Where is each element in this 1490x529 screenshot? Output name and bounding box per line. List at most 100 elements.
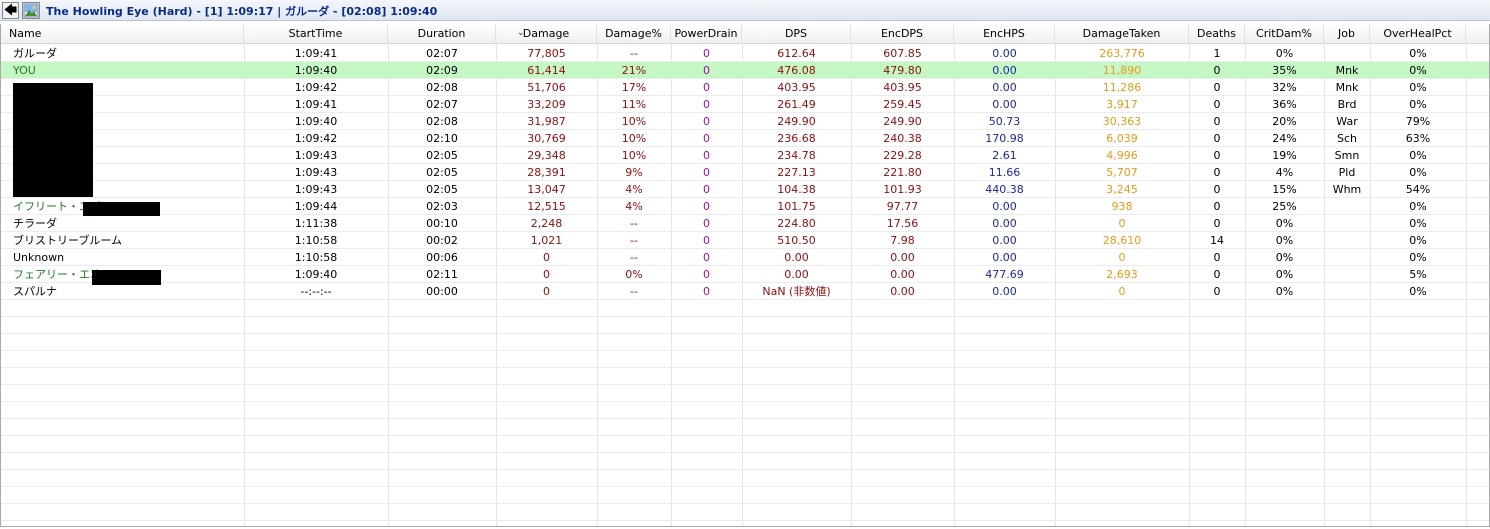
cell-starttime: 1:10:58: [294, 234, 338, 247]
cell-name: スパルナ: [13, 285, 57, 298]
cell-damagetaken: 4,996: [1106, 149, 1138, 162]
cell-damagetaken: 5,707: [1106, 166, 1138, 179]
empty-row: [1, 436, 1489, 453]
cell-enchps: 0.00: [992, 64, 1017, 77]
cell-critdam: 0%: [1275, 285, 1294, 298]
cell-overheal: 63%: [1405, 132, 1431, 145]
cell-deaths: 0: [1213, 268, 1221, 281]
cell-duration: 02:07: [426, 47, 458, 60]
cell-dps: 612.64: [777, 47, 816, 60]
cell-encdps: 607.85: [883, 47, 922, 60]
column-header-damage[interactable]: Damage: [496, 24, 597, 44]
cell-job: Smn: [1334, 149, 1360, 162]
table-row[interactable]: イフリート・エギ 1:09:44 02:03 12,515 4% 0 101.75 97.77…: [1, 198, 1489, 215]
cell-encdps: 221.80: [883, 166, 922, 179]
cell-enchps: 0.00: [992, 47, 1017, 60]
cell-damagetaken: 6,039: [1106, 132, 1138, 145]
cell-damage: 33,209: [527, 98, 566, 111]
column-header-powerdrain[interactable]: PowerDrain: [671, 24, 742, 44]
cell-deaths: 0: [1213, 81, 1221, 94]
cell-damagetaken: 30,363: [1102, 115, 1142, 128]
column-header-name[interactable]: Name: [1, 24, 244, 44]
table-row[interactable]: 1:09:42 02:08 51,706 17% 0 403.95 403.95 0.00 11…: [1, 79, 1489, 96]
cell-damage: 12,515: [527, 200, 566, 213]
cell-overheal: 0%: [1409, 98, 1427, 111]
back-arrow-icon[interactable]: 🡄: [2, 2, 19, 19]
table-row[interactable]: 1:09:43 02:05 28,391 9% 0 227.13 221.80 11.66 5,…: [1, 164, 1489, 181]
cell-critdam: 19%: [1272, 149, 1297, 162]
redacted-owner-eos: [92, 270, 161, 285]
cell-dps: 224.80: [777, 217, 816, 230]
column-header-damage-pct[interactable]: Damage%: [597, 24, 671, 44]
cell-enchps: 50.73: [988, 115, 1021, 128]
column-header-critdam[interactable]: CritDam%: [1245, 24, 1324, 44]
cell-powerdrain: 0: [703, 64, 710, 77]
table-row[interactable]: 1:09:43 02:05 29,348 10% 0 234.78 229.28 2.61 4,…: [1, 147, 1489, 164]
table-row[interactable]: Unknown 1:10:58 00:06 0 -- 0 0.00 0.00 0.00 0 0 0% 0…: [1, 249, 1489, 266]
cell-starttime: 1:09:41: [294, 47, 338, 60]
cell-encdps: 259.45: [883, 98, 922, 111]
cell-job: [1324, 215, 1370, 231]
cell-dps: 476.08: [777, 64, 816, 77]
cell-duration: 00:00: [426, 285, 458, 298]
cell-enchps: 11.66: [988, 166, 1021, 179]
cell-damage-pct: 0%: [625, 268, 643, 281]
cell-deaths: 0: [1213, 64, 1221, 77]
column-header-dps[interactable]: DPS: [742, 24, 851, 44]
column-header-overhealpct[interactable]: OverHealPct: [1370, 24, 1466, 44]
cell-overheal: 5%: [1409, 268, 1427, 281]
cell-job: [1324, 232, 1370, 248]
table-row[interactable]: 1:09:43 02:05 13,047 4% 0 104.38 101.93 440.38 3…: [1, 181, 1489, 198]
empty-row: [1, 453, 1489, 470]
cell-overheal: 0%: [1409, 149, 1427, 162]
column-header-job[interactable]: Job: [1324, 24, 1370, 44]
image-icon[interactable]: [22, 2, 40, 19]
cell-deaths: 0: [1213, 285, 1221, 298]
cell-critdam: 32%: [1272, 81, 1297, 94]
empty-row: [1, 334, 1489, 351]
cell-damage-pct: 4%: [625, 183, 643, 196]
cell-starttime: 1:09:43: [294, 166, 338, 179]
cell-damage-pct: 21%: [621, 64, 647, 77]
table-row[interactable]: 1:09:40 02:08 31,987 10% 0 249.90 249.90 50.73 3…: [1, 113, 1489, 130]
empty-row: [1, 402, 1489, 419]
table-row[interactable]: 1:09:41 02:07 33,209 11% 0 261.49 259.45 0.00 3,…: [1, 96, 1489, 113]
column-header-encdps[interactable]: EncDPS: [851, 24, 954, 44]
cell-encdps: 0.00: [890, 285, 915, 298]
cell-starttime: 1:09:40: [294, 115, 338, 128]
column-header-damage-label: Damage: [522, 27, 570, 40]
column-header-deaths[interactable]: Deaths: [1189, 24, 1245, 44]
cell-damage: 13,047: [527, 183, 566, 196]
table-row[interactable]: チラーダ 1:11:38 00:10 2,248 -- 0 224.80 17.56 0.00 0…: [1, 215, 1489, 232]
cell-damagetaken: 938: [1111, 200, 1133, 213]
cell-duration: 02:03: [426, 200, 458, 213]
cell-job: Pld: [1338, 166, 1356, 179]
column-header-damagetaken[interactable]: DamageTaken: [1055, 24, 1189, 44]
cell-damagetaken: 263,776: [1099, 47, 1145, 60]
cell-job: [1324, 198, 1370, 214]
table-row-you[interactable]: YOU 1:09:40 02:09 61,414 21% 0 476.08 479.80 0.0…: [1, 62, 1489, 79]
table-row[interactable]: スパルナ --:--:-- 00:00 0 -- 0 NaN (非数値) 0.00 0.00 0 0…: [1, 283, 1489, 300]
cell-damagetaken: 3,917: [1106, 98, 1138, 111]
cell-enchps: 0.00: [992, 81, 1017, 94]
cell-damage: 30,769: [527, 132, 566, 145]
table-row[interactable]: フェアリー・エオス 1:09:40 02:11 0 0% 0 0.00 0.00 477.69 2…: [1, 266, 1489, 283]
table-body: ガルーダ 1:09:41 02:07 77,805 -- 0 612.64 607.85 0.0…: [1, 45, 1489, 521]
table-row[interactable]: ブリストリーブルーム 1:10:58 00:02 1,021 -- 0 510.50 7.98…: [1, 232, 1489, 249]
cell-critdam: 4%: [1275, 166, 1294, 179]
column-header-starttime[interactable]: StartTime: [244, 24, 388, 44]
empty-row: [1, 368, 1489, 385]
cell-deaths: 14: [1210, 234, 1224, 247]
table-row[interactable]: 1:09:42 02:10 30,769 10% 0 236.68 240.38 170.98…: [1, 130, 1489, 147]
cell-deaths: 0: [1213, 132, 1221, 145]
cell-name: ブリストリーブルーム: [13, 234, 123, 247]
cell-critdam: 25%: [1272, 200, 1297, 213]
column-header-duration[interactable]: Duration: [388, 24, 496, 44]
cell-overheal: 0%: [1409, 200, 1427, 213]
table-row[interactable]: ガルーダ 1:09:41 02:07 77,805 -- 0 612.64 607.85 0.0…: [1, 45, 1489, 62]
cell-job: Mnk: [1335, 81, 1359, 94]
cell-damagetaken: 11,890: [1102, 64, 1142, 77]
column-header-enchps[interactable]: EncHPS: [954, 24, 1055, 44]
cell-dps: 403.95: [777, 81, 816, 94]
cell-critdam: 35%: [1272, 64, 1297, 77]
